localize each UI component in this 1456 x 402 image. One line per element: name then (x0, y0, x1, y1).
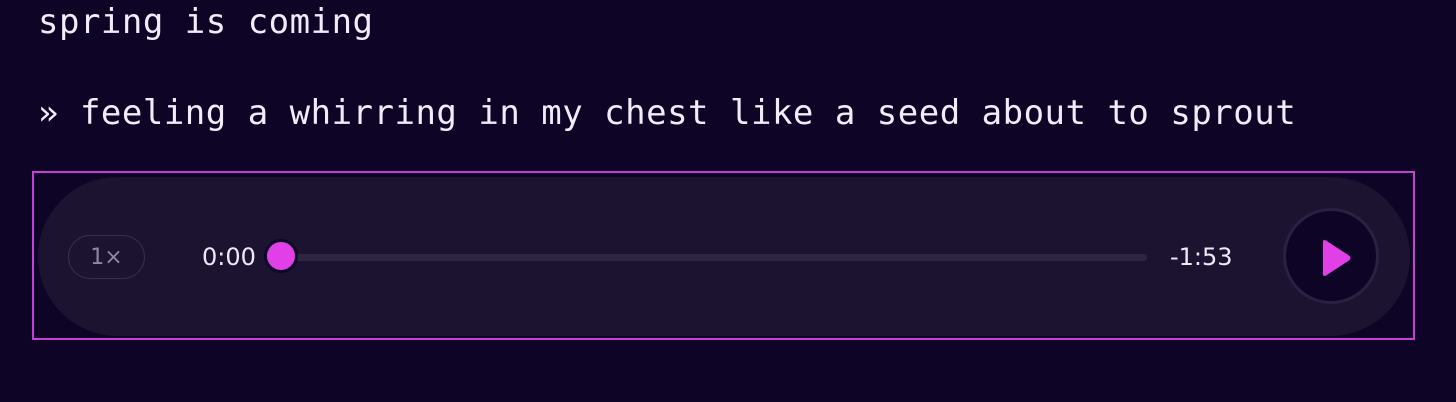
remaining-time-label: -1:53 (1170, 243, 1233, 271)
seek-bar-thumb[interactable] (264, 239, 298, 273)
play-icon (1323, 240, 1351, 276)
post-line-title: spring is coming (38, 2, 374, 42)
playback-speed-button[interactable]: 1× (68, 235, 145, 279)
play-button[interactable] (1283, 208, 1379, 304)
post-line-quote: » feeling a whirring in my chest like a … (38, 93, 1297, 133)
seek-bar-track[interactable] (281, 254, 1147, 261)
current-time-label: 0:00 (202, 243, 256, 271)
